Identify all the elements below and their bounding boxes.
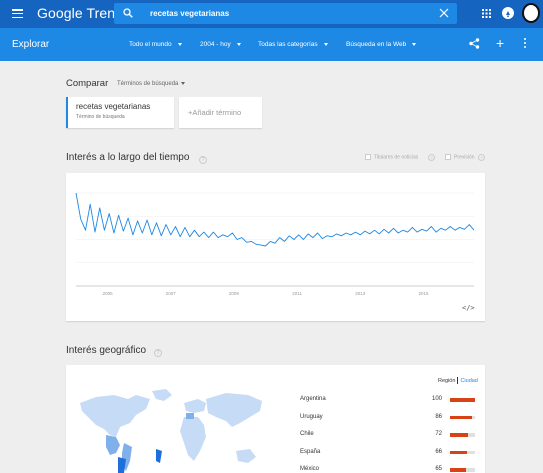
share-icon[interactable] <box>469 38 480 49</box>
x-tick-label: 2009 <box>229 291 240 296</box>
geo-country-name: Uruguay <box>300 413 323 420</box>
help-icon[interactable]: ? <box>428 154 435 161</box>
geo-row[interactable]: Uruguay 86 <box>300 414 480 424</box>
geo-value: 65 <box>435 466 442 472</box>
x-tick-label: 2015 <box>418 291 429 296</box>
news-headlines-checkbox[interactable]: Titulares de noticias <box>365 154 418 160</box>
plus-icon[interactable]: + <box>496 36 504 50</box>
add-term-button[interactable]: +Añadir término <box>179 97 262 128</box>
compare-type-label: Términos de búsqueda <box>117 81 179 87</box>
geo-interest-title: Interés geográfico <box>66 345 147 356</box>
embed-code-icon[interactable]: </> <box>462 304 475 312</box>
help-icon[interactable]: ? <box>154 349 162 357</box>
news-headlines-label: Titulares de noticias <box>374 154 419 161</box>
geo-value: 86 <box>435 413 442 420</box>
x-tick-label: 2007 <box>166 291 177 296</box>
chevron-down-icon <box>236 42 241 46</box>
page-title: Explorar <box>12 39 50 50</box>
filter-time[interactable]: 2004 - hoy <box>200 41 241 48</box>
geo-row[interactable]: México 65 <box>300 466 480 473</box>
chevron-down-icon <box>412 42 417 46</box>
chevron-down-icon <box>323 42 328 46</box>
line-chart: 2005 2007 2009 2011 2013 2015 <box>75 192 475 296</box>
interest-over-time-chart: 2005 2007 2009 2011 2013 2015 </> <box>66 173 485 321</box>
city-toggle[interactable]: Ciudad <box>460 378 477 384</box>
toggle-separator <box>457 377 459 384</box>
chevron-down-icon <box>181 81 186 85</box>
geo-bar-fill <box>450 450 467 454</box>
filter-search-type-label: Búsqueda en la Web <box>346 41 407 48</box>
geo-bar-track <box>450 415 475 419</box>
geo-country-name: Argentina <box>300 396 326 402</box>
compare-type-dropdown[interactable]: Términos de búsqueda <box>117 81 186 87</box>
filter-category-label: Todas las categorías <box>258 41 318 48</box>
clear-icon[interactable] <box>439 8 449 18</box>
filter-category[interactable]: Todas las categorías <box>258 41 328 48</box>
series-line[interactable] <box>75 192 475 247</box>
geo-bar-fill <box>450 468 467 472</box>
checkbox-icon <box>445 154 451 160</box>
geo-toggle: Región Ciudad <box>438 377 478 384</box>
term-subtitle: Término de búsqueda <box>76 114 125 120</box>
geo-country-name: México <box>300 466 320 472</box>
help-icon[interactable]: ? <box>478 154 485 161</box>
filter-search-type[interactable]: Búsqueda en la Web <box>346 41 417 48</box>
term-name: recetas vegetarianas <box>76 102 151 111</box>
interest-over-time-title: Interés a lo largo del tiempo <box>66 152 190 163</box>
geo-bar-track <box>450 450 475 454</box>
geo-country-name: España <box>300 448 321 455</box>
region-toggle[interactable]: Región <box>438 378 455 384</box>
geo-row[interactable]: Argentina 100 <box>300 396 480 406</box>
geo-bar-fill <box>450 398 475 402</box>
search-term-card[interactable]: recetas vegetarianas Término de búsqueda <box>66 97 174 128</box>
geo-bar-fill <box>450 415 472 419</box>
search-box[interactable] <box>114 3 457 24</box>
search-icon[interactable] <box>123 8 133 18</box>
avatar[interactable] <box>522 3 540 23</box>
forecast-checkbox[interactable]: Previsión <box>445 154 475 160</box>
help-icon[interactable]: ? <box>199 156 207 164</box>
more-vert-icon[interactable] <box>524 38 527 49</box>
geo-bar-track <box>450 398 475 402</box>
filter-time-label: 2004 - hoy <box>200 41 231 48</box>
filter-location[interactable]: Todo el mundo <box>129 41 182 48</box>
geo-bar-track <box>450 433 475 437</box>
geo-bar-track <box>450 468 475 472</box>
apps-icon[interactable] <box>482 9 491 18</box>
search-input[interactable] <box>150 7 430 20</box>
explore-bar: Explorar Todo el mundo 2004 - hoy Todas … <box>0 28 543 61</box>
notifications-icon[interactable] <box>502 7 514 19</box>
geo-row[interactable]: España 66 <box>300 449 480 459</box>
x-tick-label: 2013 <box>355 291 366 296</box>
geo-value: 72 <box>435 431 442 437</box>
x-tick-label: 2011 <box>292 291 302 296</box>
geo-row[interactable]: Chile 72 <box>300 431 480 441</box>
x-tick-label: 2005 <box>103 291 114 296</box>
compare-title: Comparar <box>66 78 109 89</box>
menu-icon[interactable] <box>12 9 23 19</box>
world-map[interactable] <box>66 365 266 473</box>
top-bar: Google Trends <box>0 0 543 28</box>
geo-value: 100 <box>431 396 442 402</box>
geo-value: 66 <box>435 448 442 455</box>
geo-country-name: Chile <box>300 431 314 437</box>
geo-bar-fill <box>450 433 468 437</box>
chevron-down-icon <box>177 42 182 46</box>
geo-interest-card: Región Ciudad Argentina 100 Uruguay 86 Chile 7… <box>66 365 485 473</box>
filter-location-label: Todo el mundo <box>129 41 172 48</box>
checkbox-icon <box>365 154 371 160</box>
forecast-label: Previsión <box>454 154 475 161</box>
